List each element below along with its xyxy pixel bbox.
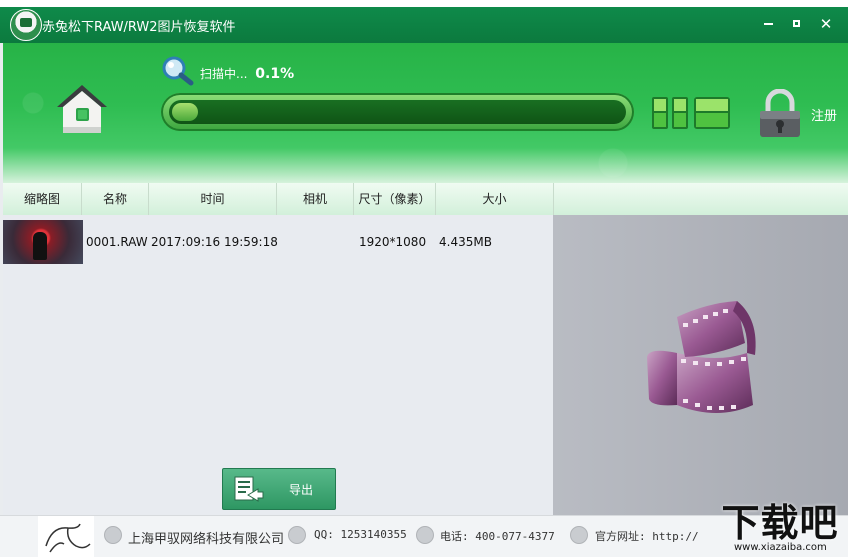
building-icon [104,526,122,544]
export-label: 导出 [289,483,314,497]
export-button[interactable]: 导出 [222,468,336,510]
scan-percent: 0.1% [255,66,295,82]
scan-status: 扫描中... 0.1% [200,65,294,82]
lock-icon[interactable] [757,89,803,139]
column-camera[interactable]: 相机 [277,183,354,215]
phone-icon [416,526,434,544]
file-time: 2017:09:16 19:59:18 [151,235,278,249]
minimize-icon [763,22,773,25]
app-logo-icon [10,9,42,41]
globe-icon [570,526,588,544]
header-panel: 扫描中... 0.1% 注册 [3,43,848,183]
progress-fill [172,103,198,121]
thumbnail-image [3,220,83,264]
pause-icon[interactable] [651,95,731,131]
top-strip [0,0,848,7]
register-link[interactable]: 注册 [811,105,837,124]
maximize-button[interactable] [785,13,807,35]
window-title: 赤兔松下RAW/RW2图片恢复软件 [42,20,236,35]
file-size: 4.435MB [439,235,492,249]
title-bar: 赤兔松下RAW/RW2图片恢复软件 ✕ [0,7,848,43]
close-button[interactable]: ✕ [815,13,837,35]
search-icon [162,56,194,86]
thumbnail-figure [33,232,47,260]
file-dimensions: 1920*1080 [359,235,427,249]
scan-label: 扫描中... [200,67,248,81]
qq-icon [288,526,306,544]
column-size[interactable]: 大小 [436,183,554,215]
website-link[interactable]: 官方网址: http:// [595,528,699,544]
progress-track [169,100,626,124]
export-icon [234,476,264,502]
scan-progress-bar [161,93,634,131]
column-dimensions[interactable]: 尺寸（像素） [354,183,436,215]
file-list: 0001.RAW 2017:09:16 19:59:18 1920*1080 4… [3,215,553,515]
minimize-button[interactable] [757,13,779,35]
file-name: 0001.RAW [86,235,148,249]
qq-number: QQ: 1253140355 [314,528,407,541]
film-reel-icon [647,301,756,413]
phone-number: 电话: 400-077-4377 [440,530,555,543]
column-header-row: 缩略图 名称 时间 相机 尺寸（像素） 大小 [3,183,848,216]
watermark-text: 下载吧 [721,501,839,545]
column-time[interactable]: 时间 [149,183,277,215]
watermark-url: www.xiazaiba.com [734,542,827,553]
column-name[interactable]: 名称 [82,183,149,215]
home-icon[interactable] [55,83,109,137]
company-name: 上海甲驭网络科技有限公司 [128,532,285,547]
watermark: 下载吧 www.xiazaiba.com [712,500,848,556]
column-thumbnail[interactable]: 缩略图 [3,183,82,215]
maximize-icon [792,20,800,27]
preview-panel [553,215,848,515]
company-logo [38,516,94,557]
